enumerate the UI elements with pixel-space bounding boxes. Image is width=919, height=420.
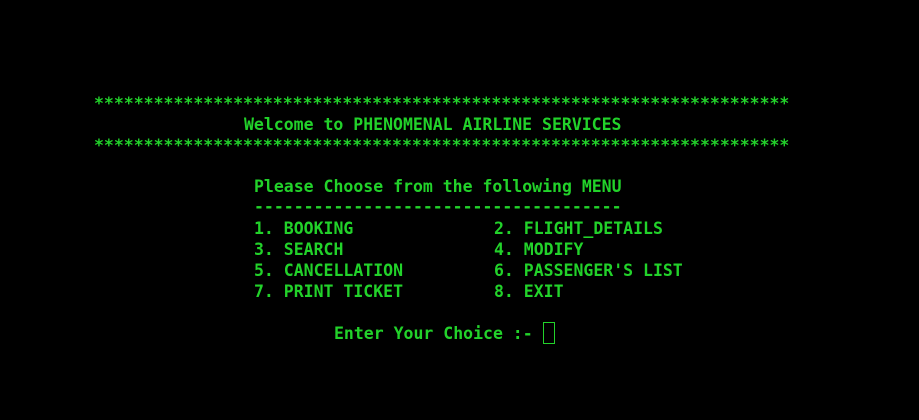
- menu-divider: -------------------------------------: [254, 197, 622, 216]
- menu-item-flight-details: 2. FLIGHT_DETAILS: [494, 219, 663, 238]
- menu-item-modify: 4. MODIFY: [494, 240, 584, 259]
- menu-item-cancellation: 5. CANCELLATION: [254, 261, 404, 280]
- menu-item-print-ticket: 7. PRINT TICKET: [254, 282, 404, 301]
- banner-stars-top: ****************************************…: [94, 94, 790, 113]
- menu-item-passengers-list: 6. PASSENGER'S LIST: [494, 261, 683, 280]
- menu-item-search: 3. SEARCH: [254, 240, 344, 259]
- menu-heading: Please Choose from the following MENU: [254, 177, 622, 196]
- choice-input-cursor[interactable]: [543, 322, 555, 344]
- menu-item-exit: 8. EXIT: [494, 282, 564, 301]
- console-window: ****************************************…: [0, 0, 919, 420]
- menu-item-booking: 1. BOOKING: [254, 219, 354, 238]
- welcome-title: Welcome to PHENOMENAL AIRLINE SERVICES: [244, 115, 622, 134]
- banner-stars-bottom: ****************************************…: [94, 136, 790, 155]
- choice-prompt-label: Enter Your Choice :-: [334, 324, 533, 343]
